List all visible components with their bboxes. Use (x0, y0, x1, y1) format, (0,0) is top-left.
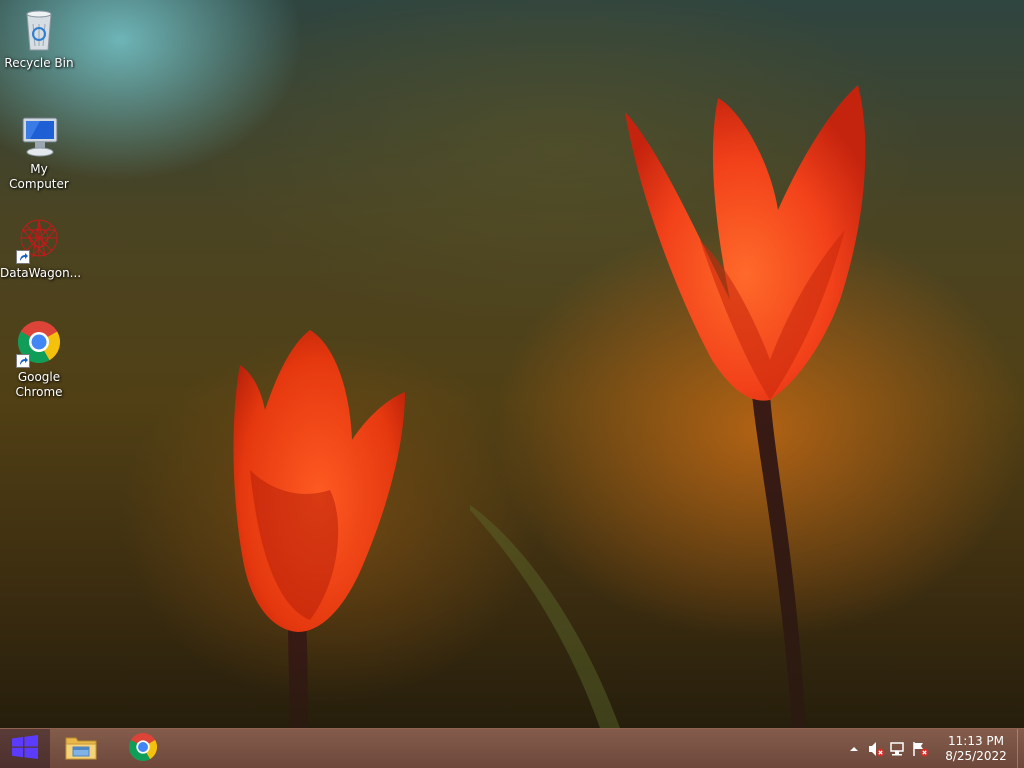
desktop-icon-label: Google Chrome (15, 370, 63, 399)
chrome-icon (127, 731, 159, 767)
shortcut-arrow-icon (16, 250, 30, 264)
show-desktop-button[interactable] (1017, 729, 1024, 768)
folder-icon (64, 732, 98, 766)
desktop-icon-google-chrome[interactable]: Google Chrome (0, 320, 78, 400)
desktop-icon-datawagon[interactable]: DataWagon... (0, 216, 82, 281)
taskbar-file-explorer-button[interactable] (58, 729, 104, 768)
system-tray: 11:13 PM 8/25/2022 (843, 729, 1024, 768)
show-hidden-icons-arrow[interactable] (843, 738, 865, 760)
desktop-icon-recycle-bin[interactable]: Recycle Bin (0, 6, 78, 71)
clock-time: 11:13 PM (948, 733, 1004, 748)
wallpaper-tulips (233, 85, 866, 728)
start-button[interactable] (0, 729, 50, 768)
shortcut-arrow-icon (16, 354, 30, 368)
desktop-icon-label: My Computer (9, 162, 69, 191)
windows-logo-icon (11, 734, 39, 763)
desktop[interactable]: Recycle Bin My Computer DataWagon... Goo… (0, 0, 1024, 728)
datawagon-icon (15, 216, 63, 264)
action-center-icon[interactable] (909, 738, 931, 760)
taskbar-chrome-button[interactable] (120, 729, 166, 768)
taskbar: 11:13 PM 8/25/2022 (0, 728, 1024, 768)
network-icon[interactable] (887, 738, 909, 760)
recycle-bin-icon (15, 6, 63, 54)
desktop-icon-my-computer[interactable]: My Computer (0, 112, 78, 192)
desktop-icon-label: Recycle Bin (4, 56, 74, 70)
desktop-icon-label: DataWagon... (0, 266, 82, 280)
taskbar-clock[interactable]: 11:13 PM 8/25/2022 (935, 734, 1017, 764)
clock-date: 8/25/2022 (945, 748, 1007, 763)
computer-icon (15, 112, 63, 160)
chrome-icon (15, 320, 63, 368)
volume-muted-icon[interactable] (865, 738, 887, 760)
